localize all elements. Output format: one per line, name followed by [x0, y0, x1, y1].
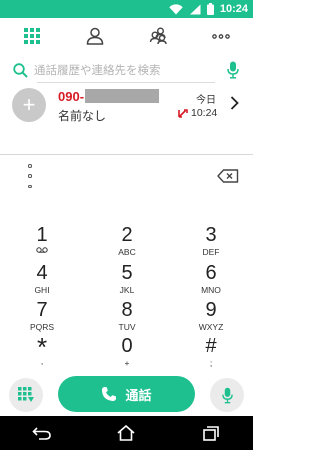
dialer-action-bar: 通話 [0, 374, 253, 416]
key-letters: JKL [119, 285, 135, 295]
search-underline [37, 82, 215, 83]
call-button[interactable]: 通話 [58, 376, 195, 412]
key-letters: MNO [201, 285, 221, 295]
missed-call-arrow-icon [178, 108, 188, 118]
tab-dialpad[interactable] [0, 18, 63, 54]
key-digit: 1 [36, 224, 48, 246]
tab-contacts[interactable] [63, 18, 126, 54]
voice-dial-button[interactable] [210, 378, 244, 412]
call-log-date: 今日 [196, 95, 216, 106]
search-input[interactable] [34, 63, 194, 77]
microphone-icon [227, 61, 239, 79]
add-contact-avatar[interactable]: + [12, 88, 46, 122]
key-letters: + [124, 358, 130, 368]
dialpad-divider [0, 154, 253, 155]
dialpad-menu-icon[interactable] [20, 164, 40, 188]
dialpad-grid-icon [23, 28, 40, 44]
key-letters: WXYZ [198, 322, 224, 332]
person-icon [86, 27, 104, 45]
call-button-label: 通話 [125, 388, 152, 404]
hide-dialpad-button[interactable] [9, 378, 43, 412]
search-icon [13, 62, 28, 78]
tab-more[interactable] [190, 18, 253, 54]
voicemail-icon [36, 247, 48, 253]
key-digit: 2 [121, 224, 133, 246]
key-digit: 7 [36, 299, 48, 321]
nav-home-button[interactable] [84, 416, 168, 450]
nav-recents-button[interactable] [169, 416, 253, 450]
key-letters: GHI [34, 285, 50, 295]
key-digit: # [205, 335, 217, 357]
key-digit: 0 [121, 335, 133, 357]
plus-icon: + [22, 92, 36, 117]
key-digit: 9 [205, 299, 217, 321]
home-icon [117, 425, 136, 441]
keypad-toggle-icon [18, 387, 34, 402]
signal-icon [189, 4, 201, 14]
key-digit: 3 [205, 224, 217, 246]
key-digit: 4 [36, 262, 48, 284]
key-letters: PQRS [29, 322, 55, 332]
key-letters: ; [209, 358, 213, 368]
back-arrow-icon [32, 427, 51, 440]
call-log-name: 名前なし [58, 109, 107, 123]
search-bar [0, 56, 253, 84]
key-digit: 5 [121, 262, 133, 284]
search-field [13, 59, 223, 81]
chevron-right-icon[interactable] [230, 96, 239, 110]
key-0[interactable]: 0 + [92, 335, 162, 379]
key-letters: , [40, 356, 44, 366]
key-digit: 6 [205, 262, 217, 284]
nav-back-button[interactable] [0, 416, 84, 450]
wifi-icon [169, 3, 183, 14]
search-voice-button[interactable] [223, 59, 243, 81]
key-digit: 8 [121, 299, 133, 321]
more-dots-icon [212, 33, 231, 39]
call-log-item[interactable]: + 090- 名前なし 今日 10:24 [0, 86, 253, 126]
key-letters: TUV [118, 322, 136, 332]
status-time: 10:24 [219, 3, 248, 15]
call-log-number: 090- [58, 89, 85, 104]
status-bar: 10:24 [0, 0, 253, 18]
key-letters: DEF [202, 247, 220, 257]
key-hash[interactable]: # ; [176, 335, 246, 379]
group-icon [149, 27, 167, 45]
recents-icon [203, 425, 219, 441]
microphone-icon [221, 387, 233, 403]
tab-groups[interactable] [127, 18, 190, 54]
top-tabs [0, 18, 253, 54]
backspace-icon[interactable] [217, 169, 239, 183]
dialpad-header [0, 156, 253, 196]
key-star[interactable]: * , [7, 334, 77, 379]
phone-icon [102, 387, 117, 401]
key-letters: ABC [118, 247, 136, 257]
call-log-time-group: 10:24 [178, 107, 217, 119]
battery-icon [206, 3, 214, 15]
redacted-number [85, 89, 159, 103]
call-log-time: 10:24 [191, 107, 218, 119]
navigation-bar [0, 416, 253, 450]
